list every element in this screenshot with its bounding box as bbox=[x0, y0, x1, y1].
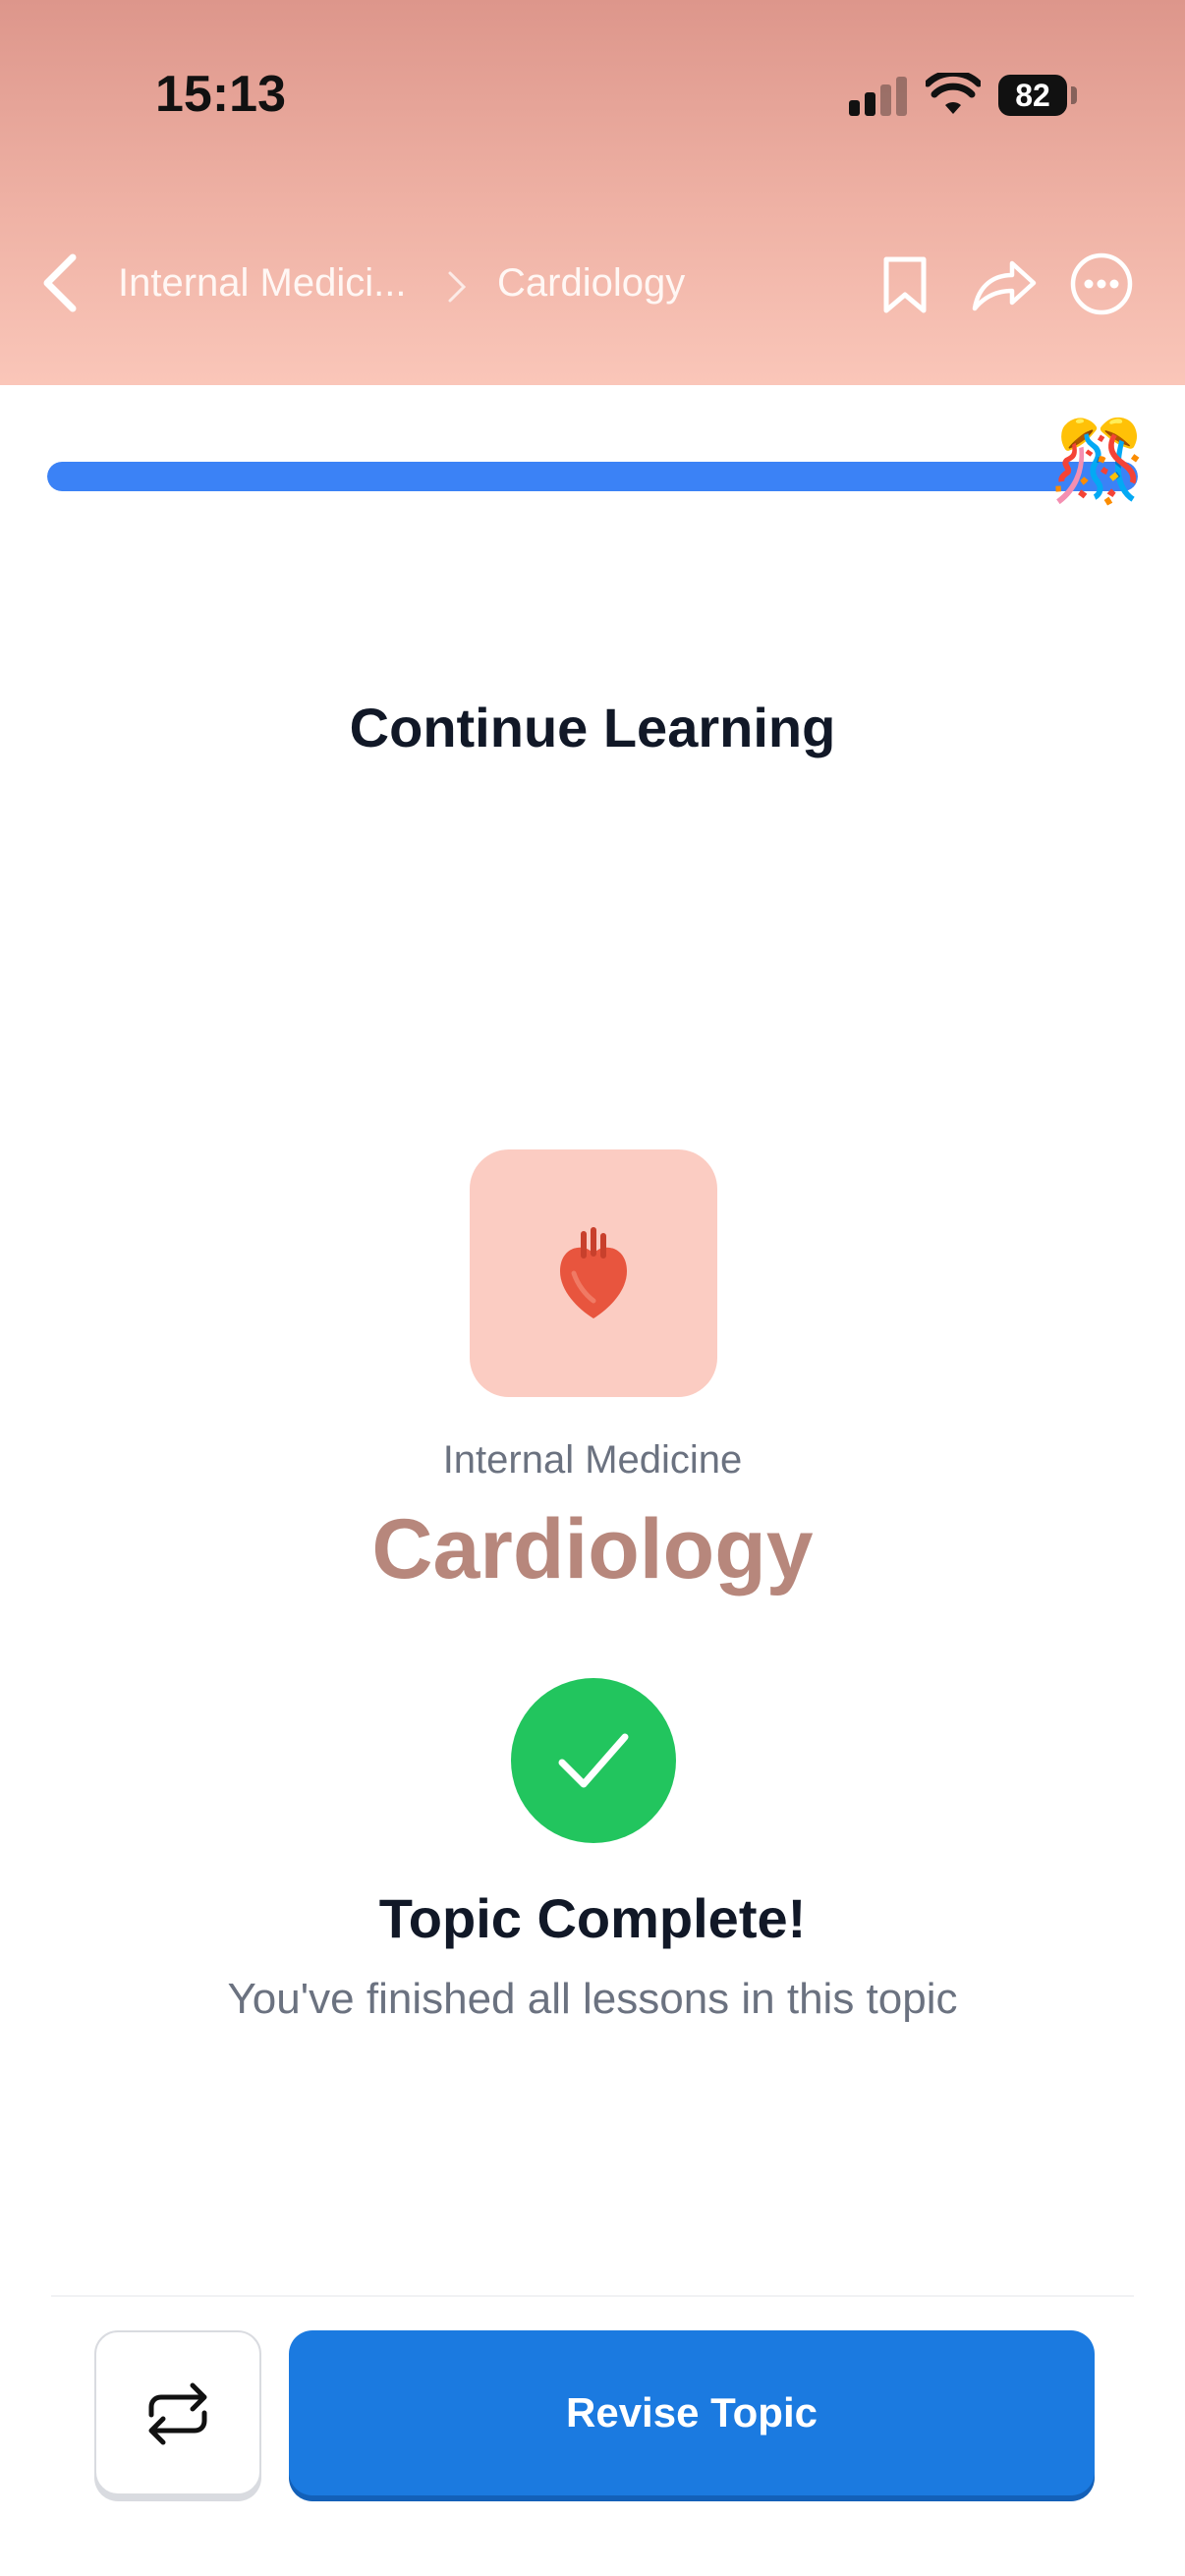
revise-topic-button[interactable]: Revise Topic bbox=[289, 2330, 1095, 2495]
back-chevron-icon[interactable] bbox=[37, 252, 85, 314]
cellular-signal-icon bbox=[849, 77, 910, 116]
subject-label: Internal Medicine bbox=[442, 1438, 743, 1482]
topic-name: Cardiology bbox=[371, 1502, 814, 1596]
repeat-icon bbox=[148, 2382, 207, 2445]
checkmark-icon bbox=[558, 1733, 629, 1788]
topic-icon-card bbox=[470, 1149, 717, 1397]
progress-fill bbox=[47, 462, 1138, 491]
status-time: 15:13 bbox=[155, 66, 286, 123]
breadcrumb-parent[interactable]: Internal Medici... bbox=[118, 261, 423, 306]
wifi-icon bbox=[926, 73, 981, 114]
completion-badge bbox=[511, 1678, 676, 1843]
page-title: Continue Learning bbox=[349, 697, 836, 758]
anatomical-heart-icon bbox=[560, 1227, 627, 1318]
battery-tip bbox=[1071, 86, 1077, 104]
party-popper-icon: 🎊 bbox=[1049, 418, 1148, 505]
completion-subtitle: You've finished all lessons in this topi… bbox=[227, 1975, 958, 2023]
bookmark-icon[interactable] bbox=[871, 250, 939, 318]
more-icon[interactable] bbox=[1067, 250, 1136, 318]
footer-divider bbox=[51, 2295, 1134, 2297]
topic-header: 15:13 82 Internal Medici... Cardiology bbox=[0, 0, 1185, 385]
battery-indicator: 82 bbox=[998, 75, 1067, 116]
share-icon[interactable] bbox=[969, 250, 1038, 318]
breadcrumb-current: Cardiology bbox=[497, 261, 686, 305]
repeat-button[interactable] bbox=[94, 2330, 261, 2495]
lesson-progress-bar bbox=[47, 462, 1138, 491]
completion-title: Topic Complete! bbox=[378, 1887, 807, 1949]
breadcrumb-separator-icon bbox=[448, 271, 467, 303]
